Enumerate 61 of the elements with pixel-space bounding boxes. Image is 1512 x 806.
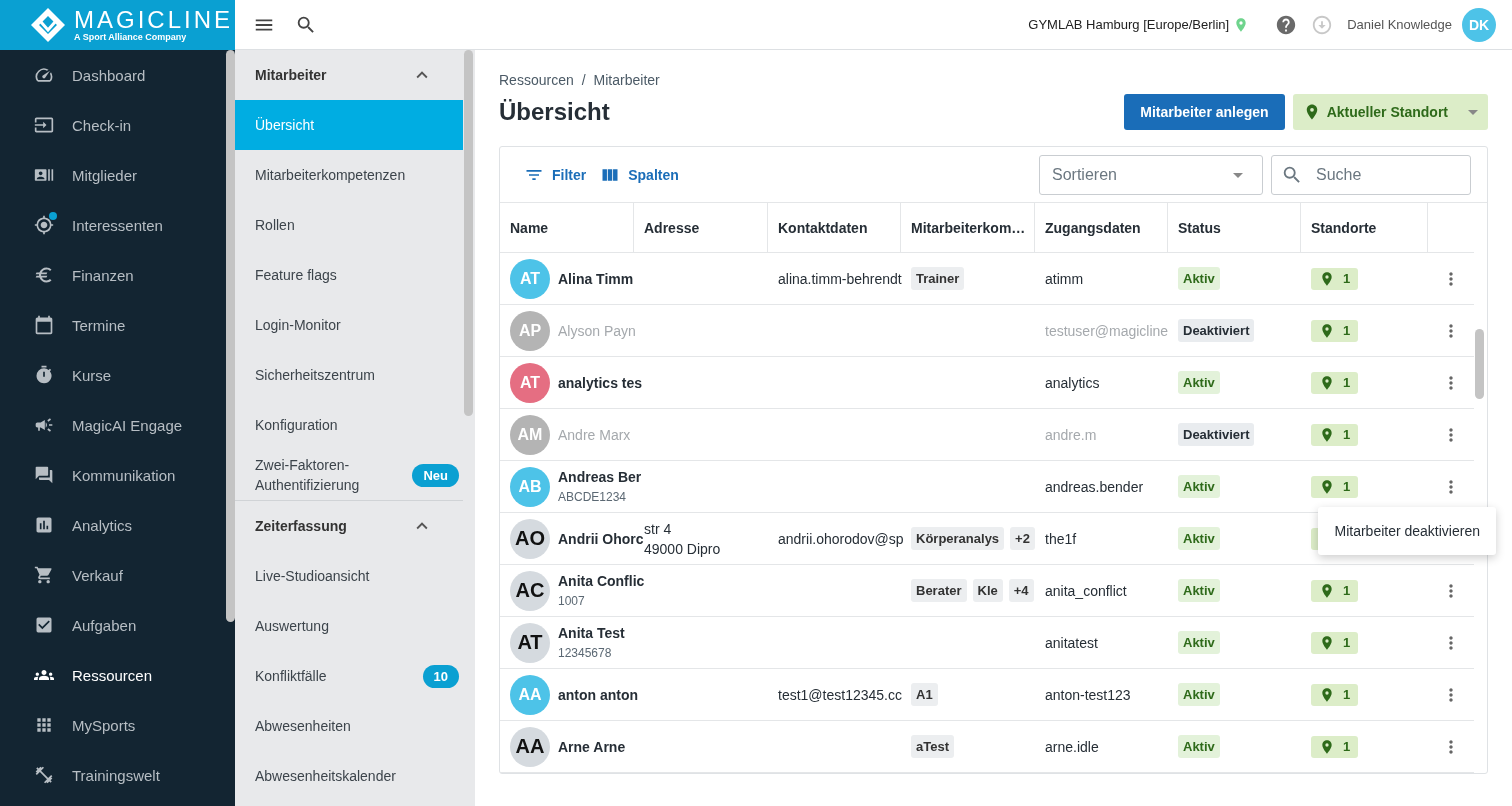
location-badge: 1 — [1311, 579, 1359, 602]
logo-name: MAGICLINE — [74, 8, 234, 32]
status-badge: Deaktiviert — [1178, 423, 1255, 446]
location-badge: 1 — [1311, 735, 1359, 758]
employee-id: ABCDE1234 — [558, 488, 628, 506]
contact-text: test1@test12345.cc — [778, 685, 901, 705]
location-badge: 1 — [1311, 475, 1359, 498]
login-text: the1f — [1045, 529, 1078, 549]
contact-text: andrii.ohorodov@sp — [778, 529, 901, 549]
status-badge: Aktiv — [1178, 735, 1220, 758]
employee-id: 1007 — [558, 592, 586, 610]
location-badge: 1 — [1311, 423, 1359, 446]
login-text: anita_conflict — [1045, 581, 1128, 601]
address-line: 49000 Dipro — [644, 540, 722, 559]
login-text: atimm — [1045, 269, 1085, 289]
skill-tag: Trainer — [911, 267, 965, 290]
skill-tag: aTest — [911, 735, 954, 758]
more-tag: +4 — [1008, 579, 1034, 602]
skill-tag: A1 — [911, 683, 938, 706]
status-badge: Aktiv — [1178, 579, 1220, 602]
login-text: anton-test123 — [1045, 685, 1132, 705]
login-text: andre.m — [1045, 425, 1098, 445]
status-badge: Aktiv — [1178, 683, 1220, 706]
status-badge: Aktiv — [1178, 631, 1220, 654]
status-badge: Aktiv — [1178, 371, 1220, 394]
count-badge: 10 — [422, 664, 459, 688]
login-text: analytics — [1045, 373, 1101, 393]
avatar: AA — [510, 674, 550, 715]
skill-tag: Berater — [911, 579, 967, 602]
status-badge: Aktiv — [1178, 475, 1220, 498]
more-tag: +2 — [1010, 527, 1035, 550]
login-text: andreas.bender — [1045, 477, 1145, 497]
address-line: str 4 — [644, 519, 673, 537]
location-badge: 1 — [1311, 267, 1359, 290]
login-text: arne.idle — [1045, 737, 1100, 757]
location-badge: 1 — [1311, 683, 1359, 706]
contact-text: alina.timm-behrendt — [778, 269, 901, 289]
logo-tagline: A Sport Alliance Company — [74, 32, 188, 42]
page-title: Übersicht — [499, 98, 611, 126]
avatar: AT — [510, 622, 550, 663]
skill-tag: Körperanalys — [911, 527, 1005, 550]
login-text: anitatest — [1045, 633, 1099, 653]
status-badge: Deaktiviert — [1178, 319, 1255, 342]
avatar: AT — [510, 258, 550, 299]
avatar: AB — [510, 466, 550, 507]
breadcrumb-separator: / — [581, 72, 586, 88]
avatar: AP — [510, 310, 550, 351]
skill-tag: Kle — [972, 579, 1003, 602]
status-badge: Aktiv — [1178, 267, 1220, 290]
avatar: AO — [510, 518, 550, 559]
employee-id: 12345678 — [558, 644, 613, 662]
count-badge: Neu — [412, 463, 459, 487]
location-badge: 1 — [1311, 319, 1359, 342]
location-badge: 1 — [1311, 631, 1359, 654]
avatar: AA — [510, 726, 550, 767]
location-badge: 1 — [1311, 371, 1359, 394]
avatar: AT — [510, 362, 550, 403]
login-text: testuser@magicline — [1045, 321, 1168, 341]
status-badge: Aktiv — [1178, 527, 1220, 550]
avatar: AC — [510, 570, 550, 611]
avatar: AM — [510, 414, 550, 455]
